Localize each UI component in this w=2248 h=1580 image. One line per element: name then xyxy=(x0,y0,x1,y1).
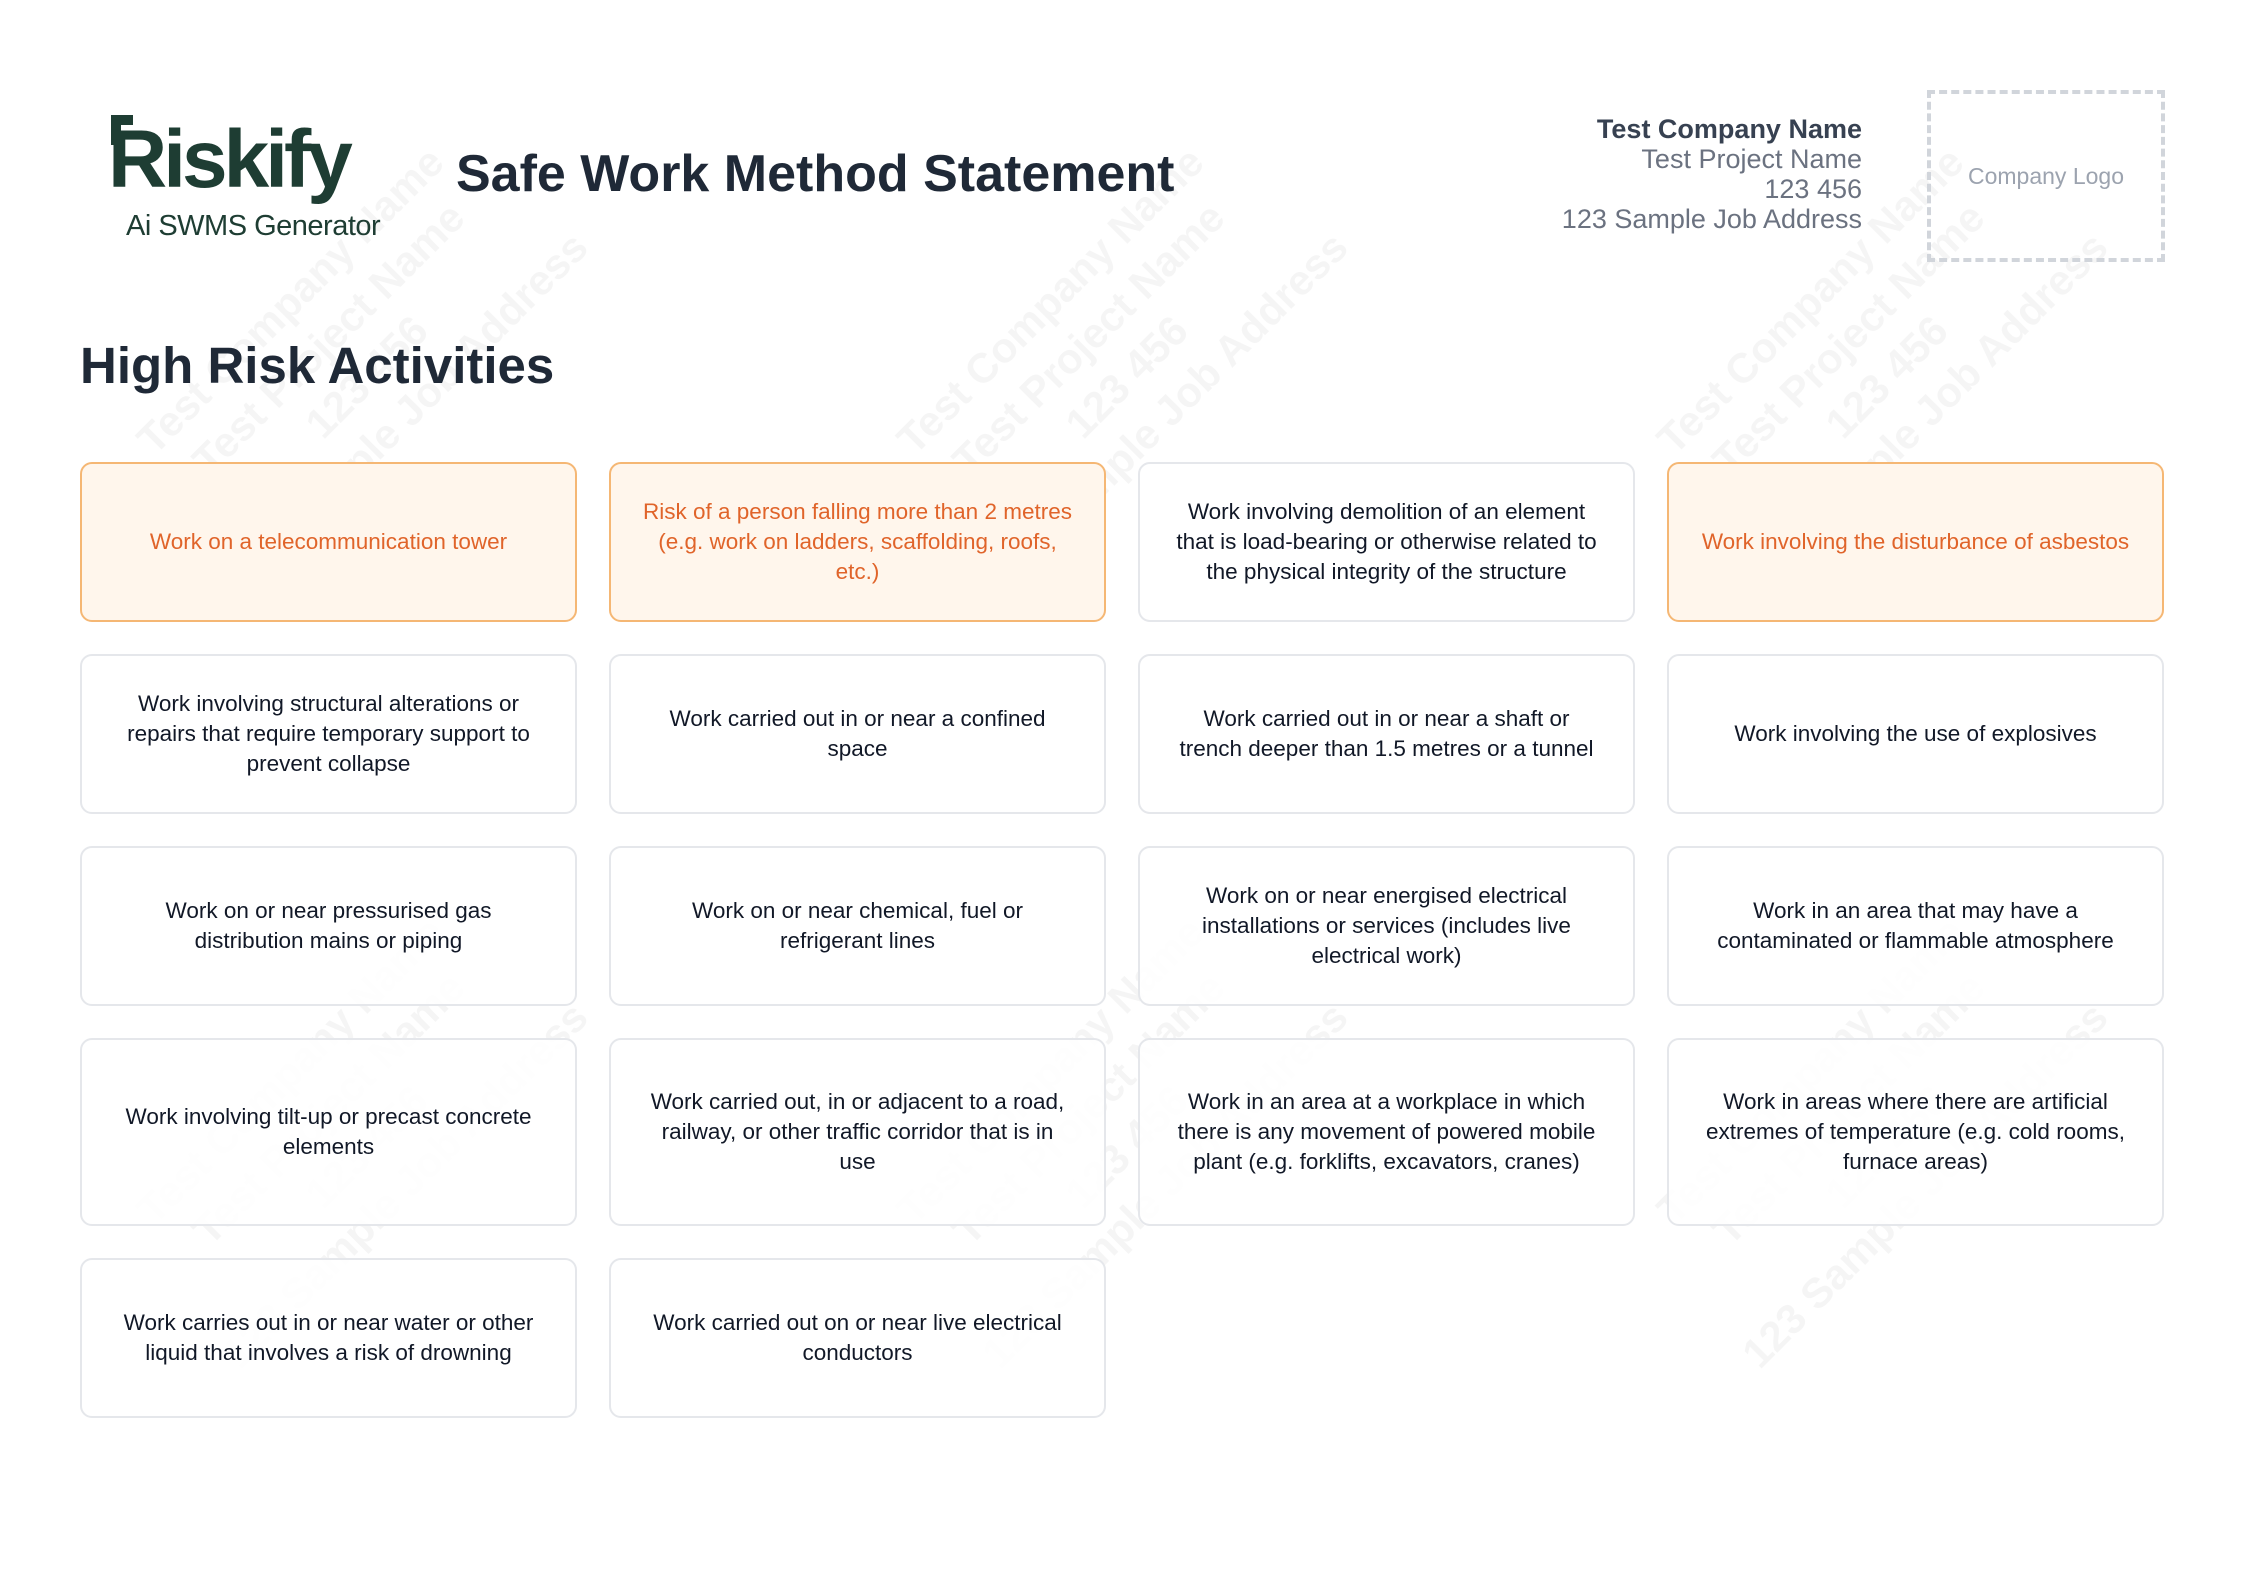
activity-label: Work involving structural alterations or… xyxy=(127,691,530,776)
company-info: Test Company Name Test Project Name 123 … xyxy=(1562,114,1862,234)
activity-card[interactable]: Risk of a person falling more than 2 met… xyxy=(609,462,1106,622)
activity-card[interactable]: Work on or near chemical, fuel or refrig… xyxy=(609,846,1106,1006)
activity-card[interactable]: Work in an area at a workplace in which … xyxy=(1138,1038,1635,1226)
activity-label: Work in areas where there are artificial… xyxy=(1706,1089,2125,1174)
activity-card[interactable]: Work on or near pressurised gas distribu… xyxy=(80,846,577,1006)
activity-label: Work involving tilt-up or precast concre… xyxy=(125,1104,532,1159)
activity-label: Work carries out in or near water or oth… xyxy=(123,1310,534,1365)
document-title: Safe Work Method Statement xyxy=(456,145,1175,203)
activity-label: Work involving the use of explosives xyxy=(1734,721,2097,746)
activity-card[interactable]: Work carries out in or near water or oth… xyxy=(80,1258,577,1418)
activity-grid: Work on a telecommunication tower Risk o… xyxy=(80,462,2166,1418)
activity-label: Work carried out in or near a shaft or t… xyxy=(1179,706,1594,761)
activity-label: Risk of a person falling more than 2 met… xyxy=(643,499,1072,584)
activity-card[interactable]: Work involving structural alterations or… xyxy=(80,654,577,814)
activity-card[interactable]: Work carried out on or near live electri… xyxy=(609,1258,1106,1418)
activity-card[interactable]: Work carried out in or near a confined s… xyxy=(609,654,1106,814)
project-number: 123 456 xyxy=(1764,174,1862,204)
section-title: High Risk Activities xyxy=(80,337,555,394)
company-logo-label: Company Logo xyxy=(1968,162,2124,189)
activity-card[interactable]: Work involving the disturbance of asbest… xyxy=(1667,462,2164,622)
document-header: Riskify Ai SWMS Generator Safe Work Meth… xyxy=(0,0,2248,280)
riskify-logo: Riskify Ai SWMS Generator xyxy=(108,112,384,242)
company-logo-placeholder: Company Logo xyxy=(1927,90,2165,262)
activity-label: Work carried out on or near live electri… xyxy=(653,1310,1062,1365)
logo-tagline: Ai SWMS Generator xyxy=(126,210,381,242)
activity-card[interactable]: Work involving demolition of an element … xyxy=(1138,462,1635,622)
activity-card[interactable]: Work involving the use of explosives xyxy=(1667,654,2164,814)
activity-card[interactable]: Work carried out in or near a shaft or t… xyxy=(1138,654,1635,814)
activity-label: Work in an area that may have a contamin… xyxy=(1717,898,2114,953)
activity-label: Work on or near pressurised gas distribu… xyxy=(165,898,492,953)
activity-label: Work carried out, in or adjacent to a ro… xyxy=(650,1089,1065,1174)
activity-card[interactable]: Work on a telecommunication tower xyxy=(80,462,577,622)
activity-label: Work on or near energised electrical ins… xyxy=(1202,883,1571,968)
activity-card[interactable]: Work involving tilt-up or precast concre… xyxy=(80,1038,577,1226)
job-address: 123 Sample Job Address xyxy=(1561,204,1862,234)
activity-label: Work on a telecommunication tower xyxy=(149,529,508,554)
activity-card[interactable]: Work in areas where there are artificial… xyxy=(1667,1038,2164,1226)
activity-card[interactable]: Work in an area that may have a contamin… xyxy=(1667,846,2164,1006)
activity-label: Work involving the disturbance of asbest… xyxy=(1701,529,2130,554)
logo-wordmark: Riskify xyxy=(108,114,353,205)
activity-card[interactable]: Work carried out, in or adjacent to a ro… xyxy=(609,1038,1106,1226)
activity-label: Work on or near chemical, fuel or refrig… xyxy=(692,898,1023,953)
activity-label: Work carried out in or near a confined s… xyxy=(669,706,1046,761)
swms-page: Test Company Name Test Project Name 123 … xyxy=(0,0,2248,1580)
activity-label: Work in an area at a workplace in which … xyxy=(1177,1089,1596,1174)
company-name: Test Company Name xyxy=(1596,114,1862,144)
activity-card[interactable]: Work on or near energised electrical ins… xyxy=(1138,846,1635,1006)
project-name: Test Project Name xyxy=(1641,144,1862,174)
activity-label: Work involving demolition of an element … xyxy=(1176,499,1597,584)
